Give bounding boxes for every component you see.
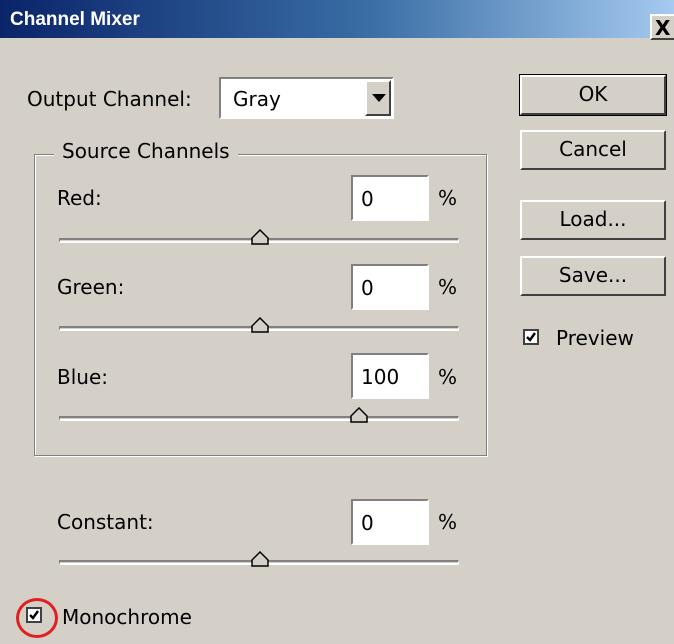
- red-label: Red:: [57, 186, 102, 210]
- checkmark-icon: [526, 332, 536, 342]
- output-channel-label: Output Channel:: [27, 87, 192, 111]
- ok-button[interactable]: OK: [519, 74, 667, 116]
- blue-input[interactable]: 100: [351, 353, 429, 399]
- output-channel-select[interactable]: Gray: [219, 77, 394, 119]
- chevron-down-icon[interactable]: [365, 80, 391, 116]
- close-button[interactable]: X: [650, 14, 674, 40]
- green-label: Green:: [57, 275, 125, 299]
- blue-slider-thumb[interactable]: [350, 407, 368, 423]
- red-input[interactable]: 0: [351, 175, 429, 221]
- output-channel-value: Gray: [233, 87, 281, 111]
- load-button[interactable]: Load...: [520, 200, 666, 240]
- blue-slider-track[interactable]: [59, 416, 459, 421]
- red-unit: %: [438, 186, 458, 210]
- constant-input[interactable]: 0: [351, 499, 429, 545]
- constant-label: Constant:: [57, 510, 154, 534]
- save-button[interactable]: Save...: [520, 256, 666, 296]
- window-title: Channel Mixer: [10, 9, 140, 30]
- blue-unit: %: [438, 365, 458, 389]
- green-unit: %: [438, 275, 458, 299]
- green-input[interactable]: 0: [351, 264, 429, 310]
- cancel-button[interactable]: Cancel: [520, 130, 666, 170]
- preview-checkbox[interactable]: [523, 329, 539, 345]
- constant-unit: %: [438, 510, 458, 534]
- red-slider-thumb[interactable]: [251, 229, 269, 245]
- constant-slider-thumb[interactable]: [251, 551, 269, 567]
- annotation-circle: [16, 598, 58, 638]
- source-channels-legend: Source Channels: [54, 139, 238, 163]
- preview-label: Preview: [556, 326, 634, 350]
- close-icon: X: [655, 16, 671, 40]
- blue-label: Blue:: [57, 365, 108, 389]
- title-bar: Channel Mixer X: [0, 0, 674, 40]
- monochrome-label: Monochrome: [62, 605, 192, 629]
- green-slider-thumb[interactable]: [251, 317, 269, 333]
